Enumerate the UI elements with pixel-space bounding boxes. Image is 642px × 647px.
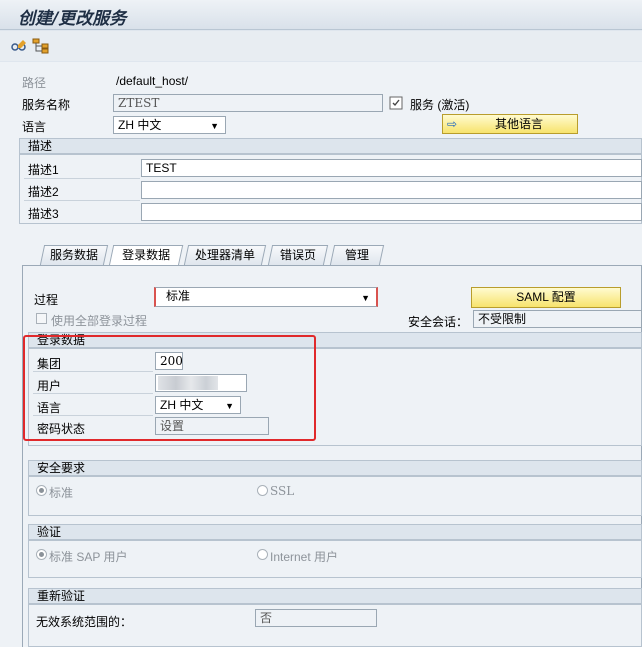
hierarchy-icon[interactable] [32, 38, 50, 54]
tab-label: 登录数据 [122, 248, 171, 262]
description-header: 描述 [19, 138, 642, 154]
reauth-label: 无效系统范围的： [36, 615, 133, 629]
saml-config-button[interactable]: SAML 配置 [471, 287, 621, 308]
row-divider [24, 200, 140, 201]
desc3-field[interactable] [141, 203, 642, 221]
desc1-label: 描述1 [28, 163, 59, 177]
other-language-label: 其他语言 [494, 117, 543, 131]
radio-ssl[interactable] [257, 485, 268, 496]
desc2-field[interactable] [141, 181, 642, 199]
radio-sap-user-label: 标准 SAP 用户 [49, 550, 128, 564]
auth-header: 验证 [28, 524, 642, 540]
tab-label: 服务数据 [49, 248, 98, 262]
language-dropdown[interactable]: ZH 中文 ▼ [113, 116, 226, 134]
arrow-right-icon: ⇨ [447, 117, 458, 131]
desc3-label: 描述3 [28, 207, 59, 221]
procedure-value: 标准 [166, 289, 191, 303]
chevron-down-icon: ▼ [210, 121, 219, 131]
highlight-box [23, 335, 316, 441]
path-value: /default_host/ [116, 74, 189, 88]
use-all-checkbox[interactable] [36, 313, 47, 324]
service-name-field: ZTEST [113, 94, 383, 112]
glasses-pencil-icon[interactable] [10, 38, 28, 54]
desc2-label: 描述2 [28, 185, 59, 199]
chevron-down-icon: ▼ [361, 293, 370, 303]
tab-error-pages[interactable]: 错误页 [267, 245, 329, 265]
security-group [28, 476, 642, 516]
tab-handler-list[interactable]: 处理器清单 [183, 245, 267, 265]
desc1-field[interactable]: TEST [141, 159, 642, 177]
tab-administration[interactable]: 管理 [329, 245, 385, 265]
page-title: 创建/更改服务 [18, 9, 127, 29]
language-label: 语言 [22, 120, 47, 134]
service-status: 服务 (激活) [410, 98, 470, 112]
use-all-label: 使用全部登录过程 [51, 314, 148, 328]
tab-service-data[interactable]: 服务数据 [39, 245, 109, 265]
service-name-label: 服务名称 [22, 98, 71, 112]
tab-label: 错误页 [279, 248, 316, 262]
other-language-button[interactable]: ⇨ 其他语言 [442, 114, 578, 134]
reauth-header: 重新验证 [28, 588, 642, 604]
security-header: 安全要求 [28, 460, 642, 476]
radio-internet-user[interactable] [257, 549, 268, 560]
radio-ssl-label: SSL [270, 484, 295, 498]
security-session-label: 安全会话： [408, 315, 469, 329]
radio-standard-label: 标准 [49, 486, 74, 500]
radio-standard[interactable] [36, 485, 47, 496]
reauth-field: 否 [255, 609, 377, 627]
service-status-icon [389, 96, 403, 110]
tab-label: 处理器清单 [194, 248, 255, 262]
procedure-dropdown[interactable]: 标准 ▼ [154, 287, 378, 307]
radio-internet-user-label: Internet 用户 [270, 550, 339, 564]
radio-sap-user[interactable] [36, 549, 47, 560]
tab-logon-data[interactable]: 登录数据 [108, 245, 184, 266]
tab-label: 管理 [344, 248, 369, 262]
row-divider [24, 178, 140, 179]
security-session-field: 不受限制 [473, 310, 642, 328]
toolbar [0, 31, 642, 61]
language-dropdown-value: ZH 中文 [118, 118, 162, 132]
procedure-label: 过程 [34, 293, 59, 307]
path-label: 路径 [22, 76, 47, 90]
